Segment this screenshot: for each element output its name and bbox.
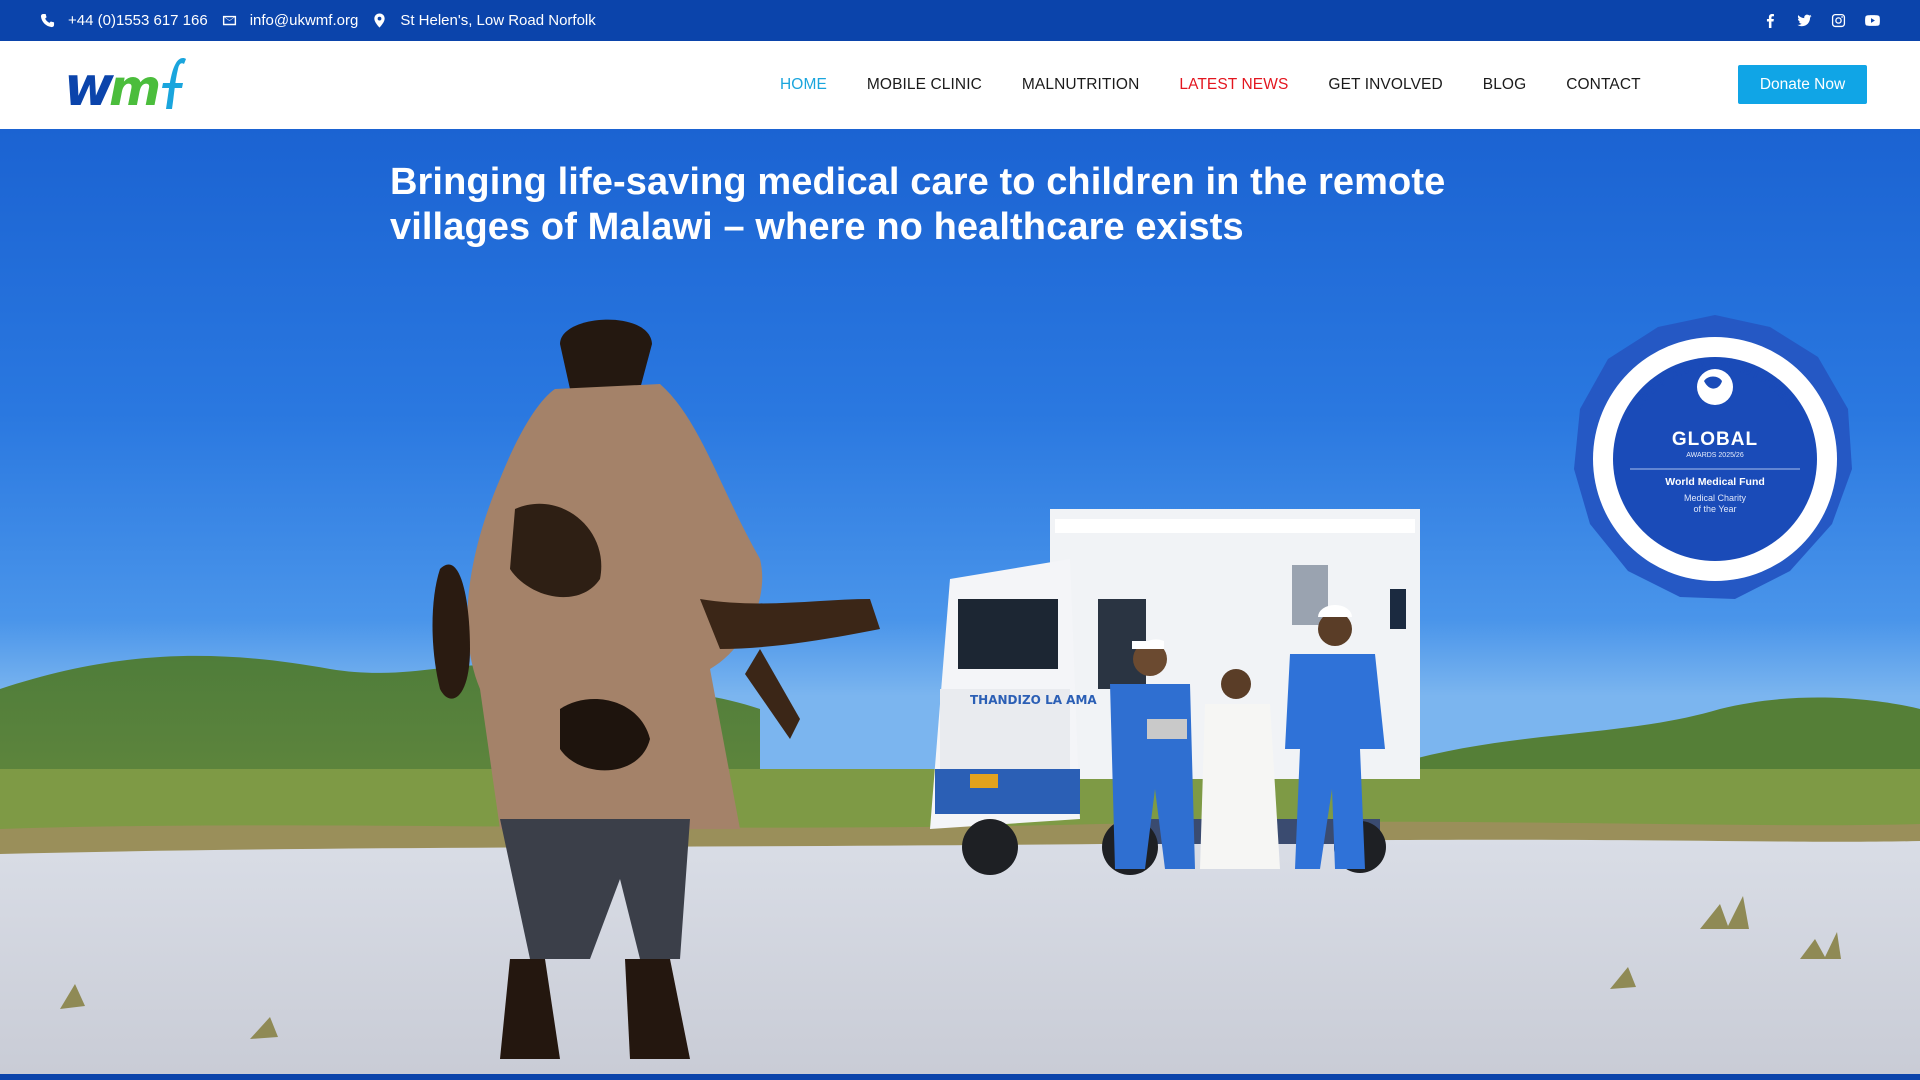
address-contact: St Helen's, Low Road Norfolk xyxy=(372,12,596,29)
instagram-icon[interactable] xyxy=(1830,13,1846,29)
twitter-icon[interactable] xyxy=(1796,13,1812,29)
facebook-icon[interactable] xyxy=(1762,13,1778,29)
nav-get-involved[interactable]: GET INVOLVED xyxy=(1328,76,1442,94)
youtube-icon[interactable] xyxy=(1864,13,1880,29)
main-navigation: HOME MOBILE CLINIC MALNUTRITION LATEST N… xyxy=(780,41,1681,129)
nav-latest-news[interactable]: LATEST NEWS xyxy=(1179,76,1288,94)
email-address: info@ukwmf.org xyxy=(249,12,359,29)
badge-charity-line1: Medical Charity xyxy=(1683,493,1747,503)
award-badge: 2026 AWARD WINNER GLOBAL AWARDS 2025/26 … xyxy=(1570,309,1860,609)
phone-contact[interactable]: +44 (0)1553 617 166 xyxy=(40,12,208,29)
nav-home[interactable]: HOME xyxy=(780,76,827,94)
phone-number: +44 (0)1553 617 166 xyxy=(68,12,208,29)
hero-section: THANDIZO LA AMA Bringing life-saving med… xyxy=(0,129,1920,1074)
svg-text:m: m xyxy=(109,59,159,117)
hero-heading: Bringing life-saving medical care to chi… xyxy=(390,161,1446,248)
donate-now-button[interactable]: Donate Now xyxy=(1738,65,1867,104)
map-pin-icon xyxy=(374,13,385,28)
badge-global: GLOBAL xyxy=(1671,429,1759,450)
top-bar: +44 (0)1553 617 166 info@ukwmf.org St He… xyxy=(0,0,1920,41)
street-address: St Helen's, Low Road Norfolk xyxy=(400,12,596,29)
phone-icon xyxy=(40,13,55,28)
truck-sign: THANDIZO LA AMA xyxy=(970,693,1097,707)
badge-fund: World Medical Fund xyxy=(1665,476,1765,488)
envelope-icon xyxy=(222,15,236,26)
badge-charity-line2: of the Year xyxy=(1693,504,1737,514)
svg-text:w: w xyxy=(64,55,115,117)
wmf-logo[interactable]: w m xyxy=(62,51,187,117)
nav-mobile-clinic[interactable]: MOBILE CLINIC xyxy=(867,76,982,94)
social-links xyxy=(1762,13,1880,29)
site-header: w m HOME MOBILE CLINIC MALNUTRITION LATE… xyxy=(0,41,1920,129)
badge-charity: Medical Charity of the Year xyxy=(1570,493,1860,515)
nav-contact[interactable]: CONTACT xyxy=(1566,76,1640,94)
nav-blog[interactable]: BLOG xyxy=(1483,76,1526,94)
email-contact[interactable]: info@ukwmf.org xyxy=(222,12,359,29)
bottom-strip xyxy=(0,1074,1920,1080)
nav-malnutrition[interactable]: MALNUTRITION xyxy=(1022,76,1139,94)
badge-awards: AWARDS 2025/26 xyxy=(1686,452,1744,459)
